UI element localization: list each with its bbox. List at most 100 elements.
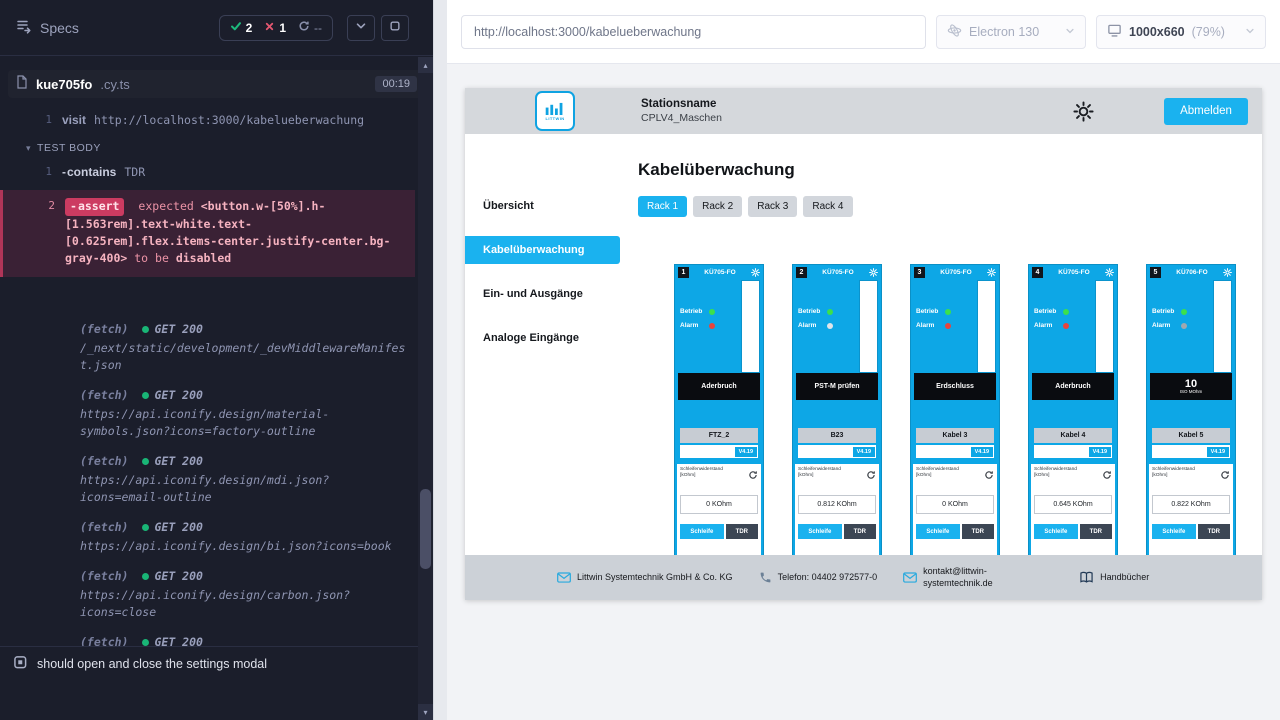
fetch-url: /_next/static/development/_devMiddleware… — [80, 340, 407, 374]
device-gear-icon[interactable] — [1105, 268, 1114, 277]
logout-button[interactable]: Abmelden — [1164, 98, 1248, 125]
schleife-button[interactable]: Schleife — [680, 524, 724, 539]
fetch-log-entry[interactable]: (fetch)GET 200 https://api.iconify.desig… — [0, 568, 415, 621]
device-card-2: 2KÜ705-FO BetriebAlarm PST-M prüfen B23 … — [792, 264, 882, 564]
fetch-url: https://api.iconify.design/material-symb… — [80, 406, 407, 440]
loop-resistance-value: 0 KOhm — [916, 495, 994, 514]
footer-company: Littwin Systemtechnik GmbH & Co. KG — [557, 572, 733, 583]
aut-panel: Electron 130 1000x660 (79%) LITTWIN Stat… — [447, 0, 1280, 720]
test-body-section[interactable]: ▾ TEST BODY — [26, 142, 415, 154]
stat-pending: -- — [298, 20, 322, 35]
scrollbar[interactable]: ▴ ▾ — [418, 57, 433, 720]
command-contains[interactable]: 1 contains TDR — [0, 162, 415, 182]
status-display: PST-M prüfen — [796, 373, 878, 400]
fetch-log-entry[interactable]: (fetch)GET 200 https://api.iconify.desig… — [0, 519, 415, 555]
device-card-5: 5KÜ706-FO BetriebAlarm 10ISO MOhm Kabel … — [1146, 264, 1236, 564]
email-icon — [557, 572, 571, 583]
spec-extension: .cy.ts — [100, 77, 129, 92]
loop-resistance-value: 0.812 KOhm — [798, 495, 876, 514]
tab-rack-3[interactable]: Rack 3 — [748, 196, 797, 217]
email-icon — [903, 572, 917, 583]
tab-rack-1[interactable]: Rack 1 — [638, 196, 687, 217]
nav-kabelueberwachung[interactable]: Kabelüberwachung — [465, 236, 620, 264]
schleife-button[interactable]: Schleife — [1034, 524, 1078, 539]
tdr-button[interactable]: TDR — [844, 524, 876, 539]
cable-name: Kabel 5 — [1152, 428, 1230, 443]
tdr-button[interactable]: TDR — [1080, 524, 1112, 539]
tdr-button[interactable]: TDR — [962, 524, 994, 539]
nav-analoge-eingaenge[interactable]: Analoge Eingänge — [465, 316, 620, 360]
refresh-icon[interactable] — [1220, 470, 1230, 480]
cable-name: B23 — [798, 428, 876, 443]
collapse-all-button[interactable] — [347, 15, 375, 41]
scrollbar-thumb[interactable] — [420, 489, 431, 569]
device-gear-icon[interactable] — [987, 268, 996, 277]
browser-selector[interactable]: Electron 130 — [936, 15, 1086, 49]
viewport-selector[interactable]: 1000x660 (79%) — [1096, 15, 1266, 49]
command-assert-failed[interactable]: 2 assert expected <button.w-[50%].h-[1.5… — [0, 190, 415, 277]
alarm-led — [1181, 323, 1187, 329]
assert-badge: assert — [65, 198, 124, 216]
command-visit[interactable]: 1 visit http://localhost:3000/kabelueber… — [0, 110, 415, 130]
device-model: KÜ705-FO — [691, 269, 749, 276]
settings-gear-icon[interactable] — [1073, 101, 1094, 122]
url-input[interactable] — [461, 15, 926, 49]
refresh-icon[interactable] — [748, 470, 758, 480]
tab-rack-2[interactable]: Rack 2 — [693, 196, 742, 217]
visit-url: http://localhost:3000/kabelueberwachung — [94, 110, 364, 130]
meter-column — [859, 280, 878, 373]
meter-column — [741, 280, 760, 373]
schleife-button[interactable]: Schleife — [798, 524, 842, 539]
runner-controls — [347, 15, 409, 41]
tdr-button[interactable]: TDR — [1198, 524, 1230, 539]
aut-toolbar: Electron 130 1000x660 (79%) — [447, 0, 1280, 64]
fetch-log-entry[interactable]: (fetch)GET 200 /_next/static/development… — [0, 321, 415, 374]
status-dot — [142, 524, 149, 531]
fetch-log-entry[interactable]: (fetch)GET 200 https://api.iconify.desig… — [0, 387, 415, 440]
refresh-icon — [298, 20, 310, 35]
tab-rack-4[interactable]: Rack 4 — [803, 196, 852, 217]
schleife-button[interactable]: Schleife — [1152, 524, 1196, 539]
footer-email: kontakt@littwin-systemtechnik.de — [903, 566, 1013, 589]
check-icon — [230, 20, 242, 35]
device-number: 2 — [796, 267, 807, 278]
cable-name: Kabel 3 — [916, 428, 994, 443]
command-log: 1 visit http://localhost:3000/kabelueber… — [0, 98, 433, 646]
panel-resizer[interactable] — [433, 0, 447, 720]
status-dot — [142, 639, 149, 646]
tdr-button[interactable]: TDR — [726, 524, 758, 539]
device-gear-icon[interactable] — [869, 268, 878, 277]
scroll-up-arrow[interactable]: ▴ — [418, 57, 433, 73]
pending-test-icon — [14, 656, 27, 672]
station-info: Stationsname CPLV4_Maschen — [641, 98, 722, 124]
device-gear-icon[interactable] — [751, 268, 760, 277]
specs-menu[interactable]: Specs — [16, 18, 79, 37]
refresh-icon[interactable] — [984, 470, 994, 480]
refresh-icon[interactable] — [866, 470, 876, 480]
app-header: LITTWIN Stationsname CPLV4_Maschen Abmel… — [465, 88, 1262, 134]
status-dot — [142, 573, 149, 580]
betrieb-led — [827, 309, 833, 315]
loop-panel: Schleifenwiderstand [kOhm] 0 KOhm Schlei… — [677, 464, 761, 563]
nav-ein-und-ausgaenge[interactable]: Ein- und Ausgänge — [465, 272, 620, 316]
pending-test-row[interactable]: should open and close the settings modal — [0, 646, 433, 680]
status-display: Aderbruch — [1032, 373, 1114, 400]
cable-name: Kabel 4 — [1034, 428, 1112, 443]
stat-passed: 2 — [230, 20, 253, 35]
footer-handbuecher[interactable]: Handbücher — [1079, 571, 1149, 584]
fetch-log-entry[interactable]: (fetch)GET 200 https://api.iconify.desig… — [0, 453, 415, 506]
chevron-down-icon: ▾ — [26, 143, 31, 154]
device-gear-icon[interactable] — [1223, 268, 1232, 277]
nav-uebersicht[interactable]: Übersicht — [465, 184, 620, 228]
schleife-button[interactable]: Schleife — [916, 524, 960, 539]
refresh-icon[interactable] — [1102, 470, 1112, 480]
fetch-log-entry[interactable]: (fetch)GET 200 https://api.iconify.desig… — [0, 634, 415, 646]
spec-file-row[interactable]: kue705fo .cy.ts 00:19 — [8, 70, 425, 98]
scroll-down-arrow[interactable]: ▾ — [418, 704, 433, 720]
alarm-led — [1063, 323, 1069, 329]
stop-icon — [389, 20, 401, 35]
stop-run-button[interactable] — [381, 15, 409, 41]
loop-panel: Schleifenwiderstand [kOhm] 0.645 KOhm Sc… — [1031, 464, 1115, 563]
status-display: Erdschluss — [914, 373, 996, 400]
alarm-led — [827, 323, 833, 329]
